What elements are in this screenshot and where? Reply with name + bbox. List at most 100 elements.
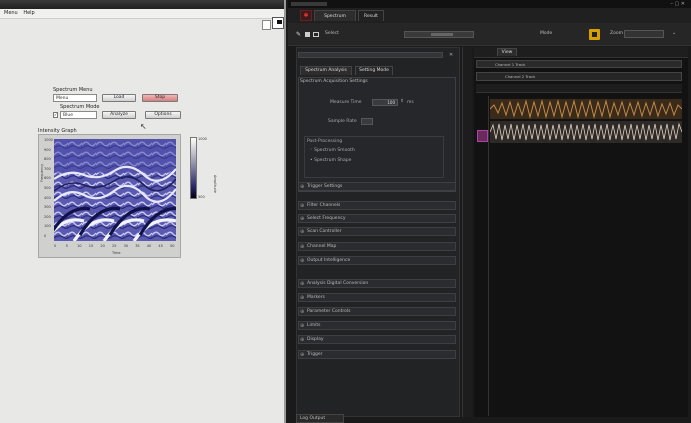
- section-channel-map[interactable]: Channel Map: [298, 242, 456, 251]
- toolbar-zoom-label: Zoom: [610, 31, 623, 36]
- colorbar-tick-bottom: 500: [198, 195, 205, 199]
- x-tick-label: 0: [54, 244, 57, 248]
- analyze-button[interactable]: Analyze: [102, 111, 136, 119]
- y-tick-label: 1000: [44, 138, 53, 142]
- colorbar: [190, 137, 197, 199]
- stop-button[interactable]: Stop: [142, 94, 178, 102]
- tab-result[interactable]: Result: [358, 10, 384, 21]
- sample-rate-field[interactable]: [361, 118, 373, 125]
- y-tick-label: 0: [44, 234, 47, 238]
- y-tick-label: 700: [44, 166, 51, 171]
- window-divider[interactable]: [284, 0, 286, 423]
- timeline-gridline: [488, 96, 489, 416]
- x-tick-label: 20: [100, 244, 105, 248]
- folder-icon[interactable]: [313, 32, 319, 37]
- section-scan-controller[interactable]: Scan Controller: [298, 227, 456, 236]
- zoom-dropdown[interactable]: [624, 30, 664, 38]
- measure-time-unit: ms: [407, 100, 414, 105]
- segment-active[interactable]: [431, 33, 453, 36]
- panel-tab-analysis[interactable]: Spectrum Analysis: [300, 66, 352, 75]
- section-output-intelligence[interactable]: Output Intelligence: [298, 256, 456, 265]
- toolbar-mode-label: Mode: [540, 31, 553, 36]
- y-tick-label: 200: [44, 214, 51, 219]
- x-axis-label: Time: [112, 251, 121, 255]
- toolbar-select-label: Select: [325, 31, 339, 36]
- titlebar-text-strip: [291, 2, 327, 6]
- pointer-tool-icon[interactable]: ✎: [296, 31, 301, 38]
- measure-time-field[interactable]: 100: [372, 99, 398, 106]
- spectrum-mode-field[interactable]: Blue: [60, 111, 97, 119]
- menu-item-menu[interactable]: Menu: [4, 10, 18, 16]
- radio-smooth-label: Spectrum Smooth: [314, 148, 355, 153]
- spectrogram-plot[interactable]: [54, 139, 176, 241]
- panel-tab-setting[interactable]: Setting Mode: [355, 66, 393, 75]
- x-tick-label: 30: [123, 244, 129, 248]
- y-tick-label: 300: [44, 205, 51, 210]
- track-thumbnail[interactable]: [477, 130, 488, 142]
- bottom-log-tab[interactable]: Log Output: [296, 414, 344, 423]
- options-button[interactable]: Options: [145, 111, 181, 119]
- x-tick-label: 25: [112, 244, 117, 248]
- y-tick-label: 400: [44, 195, 51, 200]
- y-tick-label: 100: [44, 224, 51, 229]
- radio-shape[interactable]: • Spectrum Shape: [310, 158, 351, 163]
- left-app-window: Menu Help Spectrum Menu Menu Spectrum Mo…: [0, 0, 286, 423]
- post-processing-label: Post-Processing: [307, 139, 343, 144]
- x-tick-label: 40: [146, 244, 152, 248]
- x-tick-label: 15: [88, 244, 94, 248]
- vi-panel-widget[interactable]: [262, 20, 271, 30]
- x-tick-label: 10: [77, 244, 82, 248]
- panel-search-bar[interactable]: [298, 52, 443, 58]
- measure-time-label: Measure Time: [330, 100, 362, 105]
- section-trigger[interactable]: Trigger: [298, 350, 456, 359]
- y-tick-label: 800: [44, 157, 51, 162]
- spectrum-mode-label: Spectrum Mode: [60, 104, 100, 110]
- track-row-1[interactable]: Channel 1 Track: [476, 60, 682, 68]
- track-1-label: Channel 1 Track: [495, 62, 526, 67]
- checkbox[interactable]: ✓: [53, 112, 58, 118]
- x-tick-label: 35: [135, 244, 140, 248]
- spectrum-menu-field[interactable]: Menu: [53, 94, 97, 102]
- highlight-button[interactable]: [589, 29, 600, 40]
- radio-shape-label: Spectrum Shape: [314, 158, 352, 163]
- toolbar-segmented-control[interactable]: [404, 31, 474, 38]
- colorbar-label: Amplitude: [213, 175, 217, 193]
- timeline-view-tab[interactable]: View: [497, 48, 517, 56]
- section-limits[interactable]: Limits: [298, 321, 456, 330]
- spectrum-menu-label: Spectrum Menu: [53, 87, 93, 93]
- track-row-2[interactable]: Channel 2 Track: [476, 72, 682, 81]
- left-menubar: Menu Help: [0, 9, 286, 19]
- y-tick-label: 500: [44, 186, 51, 190]
- section-parameter-controls[interactable]: Parameter Controls: [298, 307, 456, 316]
- section-markers[interactable]: Markers: [298, 293, 456, 302]
- acquisition-header: Spectrum Acquisition Settings: [300, 79, 368, 84]
- y-tick-label: 900: [44, 147, 51, 152]
- app-logo-icon: ✱: [300, 10, 312, 21]
- x-tick-label: 45: [158, 244, 163, 248]
- mouse-cursor-icon: ↖: [140, 122, 147, 131]
- section-analysis-digital-conversion[interactable]: Analysis Digital Conversion: [298, 279, 456, 288]
- radio-smooth[interactable]: ◦ Spectrum Smooth: [310, 148, 355, 153]
- chevron-down-icon[interactable]: ⌄: [672, 30, 676, 36]
- window-controls-icon[interactable]: – ▢ ✕: [670, 1, 685, 7]
- tab-spectrum[interactable]: Spectrum: [314, 10, 356, 21]
- panel-close-icon[interactable]: ✕: [449, 52, 453, 58]
- section-select-frequency[interactable]: Select Frequency: [298, 214, 456, 223]
- waveform-display[interactable]: [490, 99, 682, 147]
- time-ruler: [476, 84, 682, 93]
- section-display[interactable]: Display: [298, 335, 456, 344]
- track-2-label: Channel 2 Track: [505, 74, 536, 79]
- right-titlebar: – ▢ ✕: [288, 0, 691, 8]
- section-trigger-settings[interactable]: Trigger Settings: [298, 182, 456, 191]
- vi-icon: [272, 17, 284, 29]
- menu-item-help[interactable]: Help: [23, 10, 34, 16]
- colorbar-tick-top: 1000: [198, 137, 207, 141]
- spin-icon[interactable]: ⇕: [400, 99, 404, 104]
- stop-square-icon: [592, 32, 597, 37]
- load-button[interactable]: Load: [102, 94, 136, 102]
- left-titlebar: [0, 0, 286, 9]
- x-tick-label: 50: [170, 244, 175, 248]
- section-filter-channels[interactable]: Filter Channels: [298, 201, 456, 210]
- panel-scrollbar[interactable]: [462, 47, 472, 417]
- save-icon[interactable]: [305, 32, 310, 37]
